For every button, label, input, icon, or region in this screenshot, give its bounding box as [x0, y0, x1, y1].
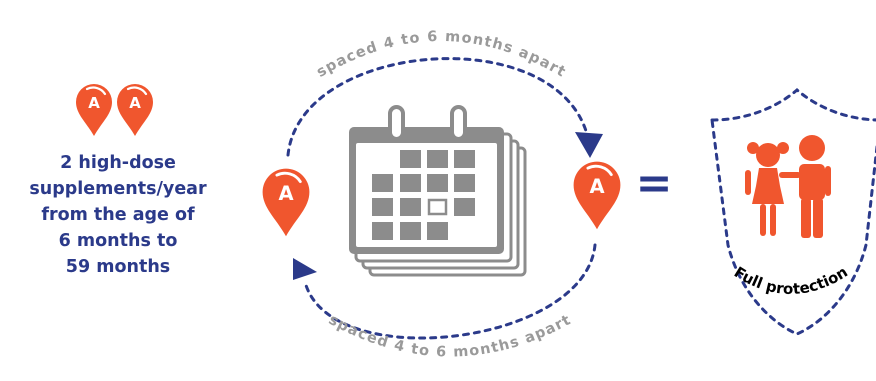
top-arc-arrowhead: [575, 132, 603, 158]
svg-text:A: A: [589, 175, 604, 198]
bottom-arc-arrowhead: [293, 258, 317, 280]
svg-text:A: A: [88, 94, 100, 112]
equals-sign: =: [636, 158, 673, 209]
diagram-canvas: A A A A spaced 4 to 6 months apart space…: [74, 29, 876, 361]
calendar-stack-icon: [349, 105, 527, 277]
map-pin-icon: A: [261, 167, 311, 238]
svg-text:A: A: [278, 182, 293, 205]
map-pin-icon: A: [115, 82, 155, 138]
svg-text:A: A: [129, 94, 141, 112]
bottom-arc-label: spaced 4 to 6 months apart: [326, 312, 574, 361]
map-pin-icon: A: [74, 82, 114, 138]
map-pin-icon: A: [572, 160, 622, 231]
